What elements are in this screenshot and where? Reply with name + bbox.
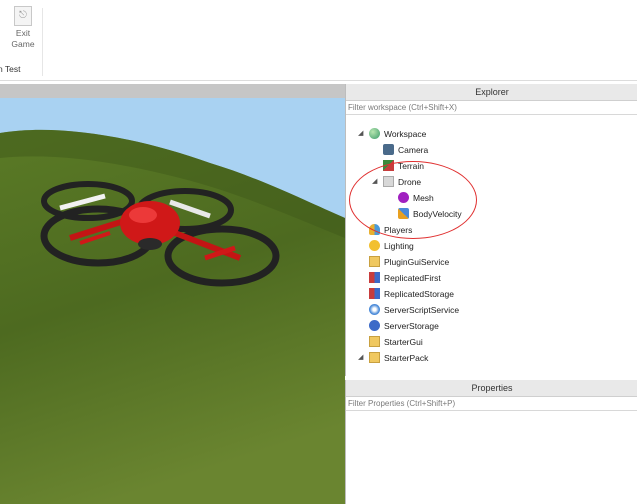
script-service-icon — [369, 304, 380, 315]
properties-title: Properties — [346, 380, 637, 397]
exit-game-button[interactable]: ⎋ Exit Game — [8, 6, 38, 50]
tree-item-serverstorage[interactable]: ServerStorage — [369, 318, 439, 334]
workspace-icon — [369, 128, 380, 139]
exit-game-label-line2: Game — [11, 39, 35, 49]
storage-icon — [369, 320, 380, 331]
properties-filter-input[interactable]: Filter Properties (Ctrl+Shift+P) — [346, 397, 637, 411]
camera-icon — [383, 144, 394, 155]
tree-item-replicatedfirst[interactable]: ReplicatedFirst — [369, 270, 441, 286]
tree-item-mesh[interactable]: Mesh — [398, 190, 434, 206]
folder-icon — [369, 336, 380, 347]
tree-item-workspace[interactable]: ◢ Workspace — [358, 126, 426, 142]
expand-arrow-icon[interactable]: ◢ — [358, 350, 363, 366]
terrain-icon — [383, 160, 394, 171]
tree-item-pluginguiservice[interactable]: PluginGuiService — [369, 254, 449, 270]
tree-item-serverscriptservice[interactable]: ServerScriptService — [369, 302, 459, 318]
tree-item-terrain[interactable]: Terrain — [383, 158, 424, 174]
model-icon — [383, 176, 394, 187]
exit-game-icon: ⎋ — [14, 6, 32, 26]
tree-item-replicatedstorage[interactable]: ReplicatedStorage — [369, 286, 454, 302]
tree-item-lighting[interactable]: Lighting — [369, 238, 414, 254]
viewport-tab-bar — [0, 84, 345, 98]
tree-item-startergui[interactable]: StarterGui — [369, 334, 423, 350]
body-velocity-icon — [398, 208, 409, 219]
exit-game-label-line1: Exit — [15, 28, 31, 38]
folder-icon — [369, 256, 380, 267]
explorer-panel: Explorer Filter workspace (Ctrl+Shift+X)… — [345, 84, 637, 376]
drone-body-highlight — [129, 207, 157, 223]
mesh-icon — [398, 192, 409, 203]
ribbon-divider — [42, 8, 43, 76]
drone-hub — [138, 238, 162, 250]
expand-arrow-icon[interactable]: ◢ — [358, 126, 363, 142]
tree-item-bodyvelocity[interactable]: BodyVelocity — [398, 206, 462, 222]
replicated-icon — [369, 272, 380, 283]
properties-panel: Properties Filter Properties (Ctrl+Shift… — [345, 380, 637, 504]
explorer-title: Explorer — [346, 84, 637, 101]
replicated-icon — [369, 288, 380, 299]
lighting-icon — [369, 240, 380, 251]
game-viewport[interactable] — [0, 98, 345, 504]
ribbon-toolbar: ⎋ Exit Game n Test — [0, 0, 637, 81]
explorer-filter-input[interactable]: Filter workspace (Ctrl+Shift+X) — [346, 101, 637, 115]
folder-icon — [369, 352, 380, 363]
ribbon-group-label: n Test — [0, 64, 21, 74]
tree-item-drone[interactable]: ◢ Drone — [372, 174, 421, 190]
players-icon — [369, 224, 380, 235]
expand-arrow-icon[interactable]: ◢ — [372, 174, 377, 190]
tree-item-players[interactable]: Players — [369, 222, 412, 238]
tree-item-camera[interactable]: Camera — [383, 142, 428, 158]
tree-item-starterpack[interactable]: ◢ StarterPack — [358, 350, 428, 366]
